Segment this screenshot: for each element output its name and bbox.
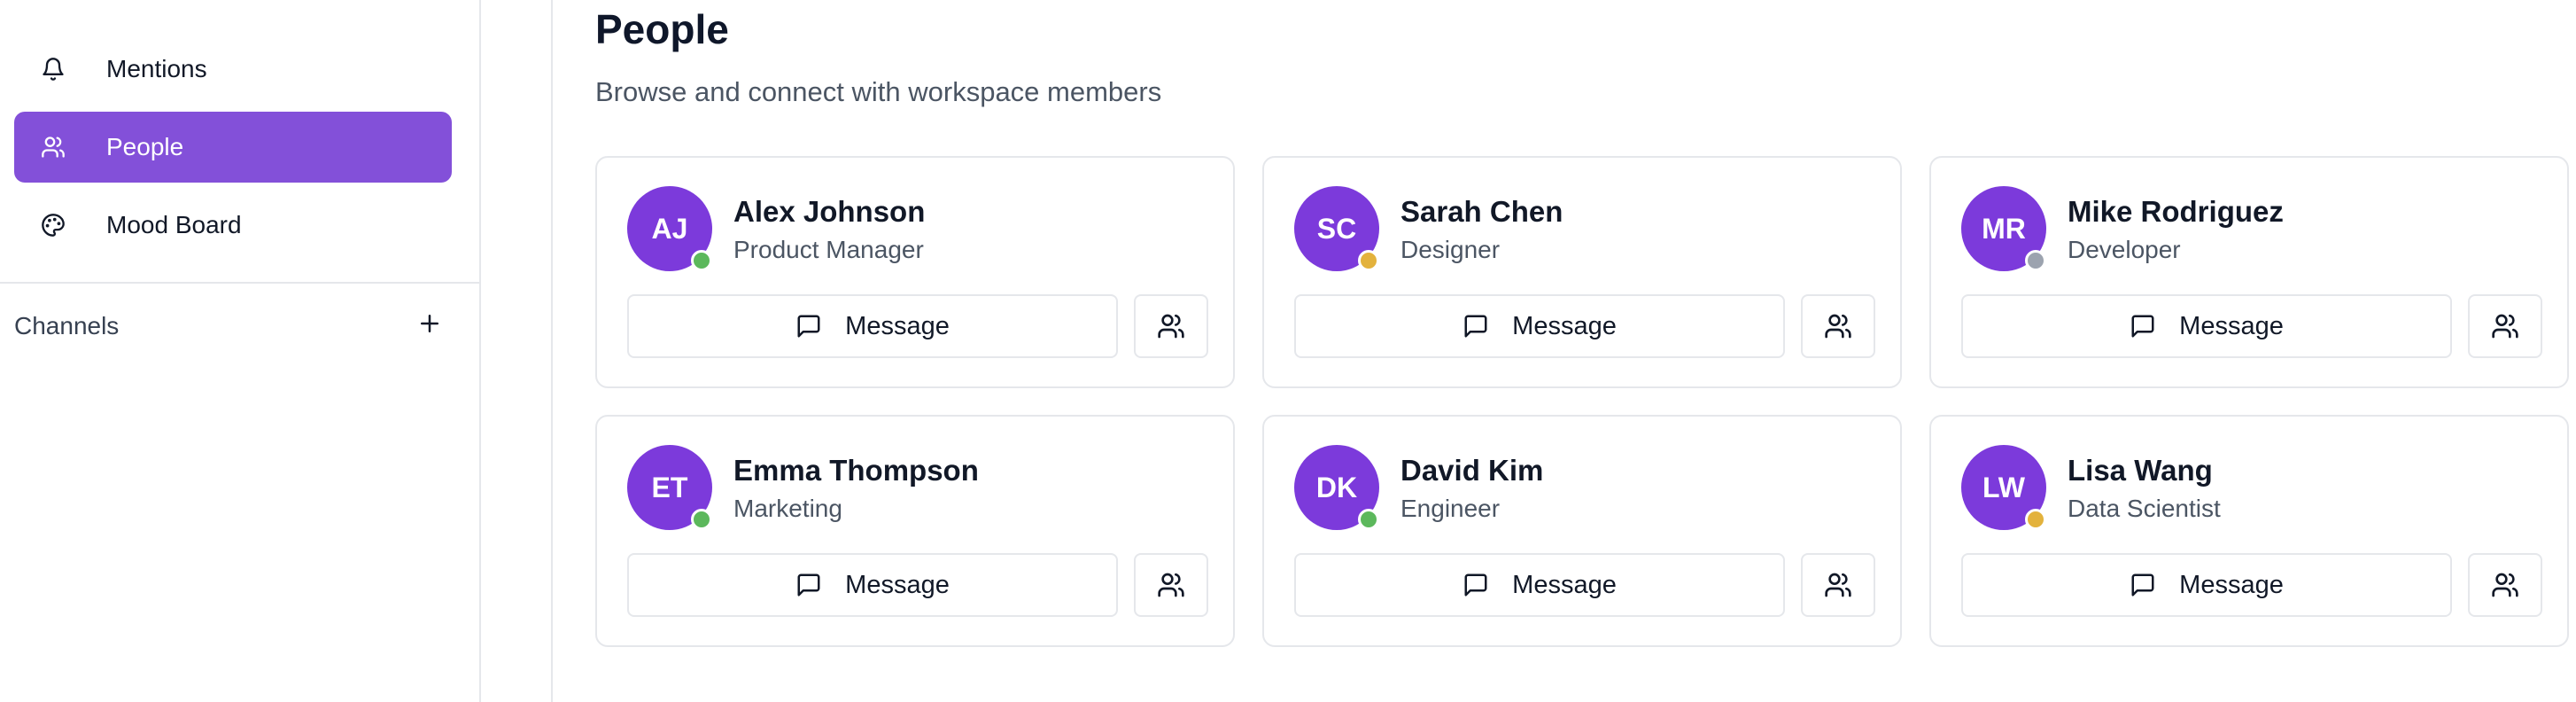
person-card: SC Sarah Chen Designer Message [1262, 156, 1902, 388]
status-indicator [691, 250, 712, 271]
users-icon [2492, 573, 2518, 597]
message-button-label: Message [845, 311, 950, 340]
person-role: Data Scientist [2068, 495, 2221, 522]
message-icon [1464, 315, 1487, 338]
message-button[interactable]: Message [1961, 553, 2452, 617]
person-card: DK David Kim Engineer Message [1262, 415, 1902, 647]
add-channel-plus-icon[interactable] [416, 310, 443, 337]
person-name: Sarah Chen [1401, 195, 1563, 228]
person-role: Product Manager [733, 236, 924, 263]
sidebar-item-label: Mood Board [106, 211, 242, 238]
avatar-initials: AJ [651, 212, 688, 245]
users-icon [42, 136, 65, 158]
status-indicator [2025, 509, 2046, 530]
message-icon [797, 315, 820, 338]
avatar-initials: DK [1315, 471, 1358, 503]
message-button[interactable]: Message [1294, 294, 1785, 358]
message-button[interactable]: Message [1294, 553, 1785, 617]
view-profile-button[interactable] [1134, 294, 1208, 358]
status-indicator [1358, 509, 1379, 530]
message-button-label: Message [2179, 311, 2284, 340]
avatar-initials: ET [651, 471, 688, 503]
channels-heading: Channels [14, 312, 120, 339]
users-icon [1825, 573, 1851, 597]
view-profile-button[interactable] [1134, 553, 1208, 617]
sidebar-item-mood-board[interactable]: Mood Board [14, 190, 452, 261]
view-profile-button[interactable] [2468, 553, 2542, 617]
sidebar-item-mentions[interactable]: Mentions [14, 34, 452, 105]
users-icon [1825, 314, 1851, 339]
person-name: David Kim [1401, 454, 1544, 487]
status-indicator [691, 509, 712, 530]
users-icon [1158, 573, 1184, 597]
message-button[interactable]: Message [627, 553, 1118, 617]
avatar-initials: MR [1982, 212, 2026, 245]
person-role: Engineer [1401, 495, 1501, 522]
message-button[interactable]: Message [1961, 294, 2452, 358]
message-button-label: Message [845, 570, 950, 599]
sidebar: Mentions People Mood Board Channels [0, 0, 481, 702]
users-icon [1158, 314, 1184, 339]
sidebar-item-label: Mentions [106, 55, 207, 82]
view-profile-button[interactable] [1801, 553, 1875, 617]
person-role: Designer [1401, 236, 1501, 263]
person-name: Lisa Wang [2068, 454, 2213, 487]
person-role: Marketing [733, 495, 842, 522]
status-indicator [2025, 250, 2046, 271]
message-icon [797, 573, 820, 597]
person-card: ET Emma Thompson Marketing Message [595, 415, 1235, 647]
sidebar-item-people[interactable]: People [14, 112, 452, 183]
message-button-label: Message [2179, 570, 2284, 599]
palette-icon [42, 214, 65, 237]
message-icon [2131, 573, 2154, 597]
message-button-label: Message [1512, 311, 1617, 340]
status-indicator [1358, 250, 1379, 271]
sidebar-divider [0, 282, 479, 284]
person-name: Emma Thompson [733, 454, 979, 487]
view-profile-button[interactable] [2468, 294, 2542, 358]
avatar-initials: SC [1316, 212, 1357, 245]
person-name: Alex Johnson [733, 195, 926, 228]
message-button-label: Message [1512, 570, 1617, 599]
page-title: People [595, 6, 729, 52]
message-button[interactable]: Message [627, 294, 1118, 358]
users-icon [2492, 314, 2518, 339]
message-icon [1464, 573, 1487, 597]
page-subtitle: Browse and connect with workspace member… [595, 76, 1162, 107]
person-role: Developer [2068, 236, 2181, 263]
sidebar-partial-item [39, 0, 234, 4]
bell-icon [43, 58, 64, 81]
view-profile-button[interactable] [1801, 294, 1875, 358]
person-card: MR Mike Rodriguez Developer Message [1929, 156, 2569, 388]
message-icon [2131, 315, 2154, 338]
person-card: AJ Alex Johnson Product Manager Message [595, 156, 1235, 388]
person-name: Mike Rodriguez [2068, 195, 2284, 228]
person-card: LW Lisa Wang Data Scientist Message [1929, 415, 2569, 647]
sidebar-item-label: People [106, 133, 184, 160]
content-divider [551, 0, 553, 702]
avatar-initials: LW [1982, 471, 2025, 503]
